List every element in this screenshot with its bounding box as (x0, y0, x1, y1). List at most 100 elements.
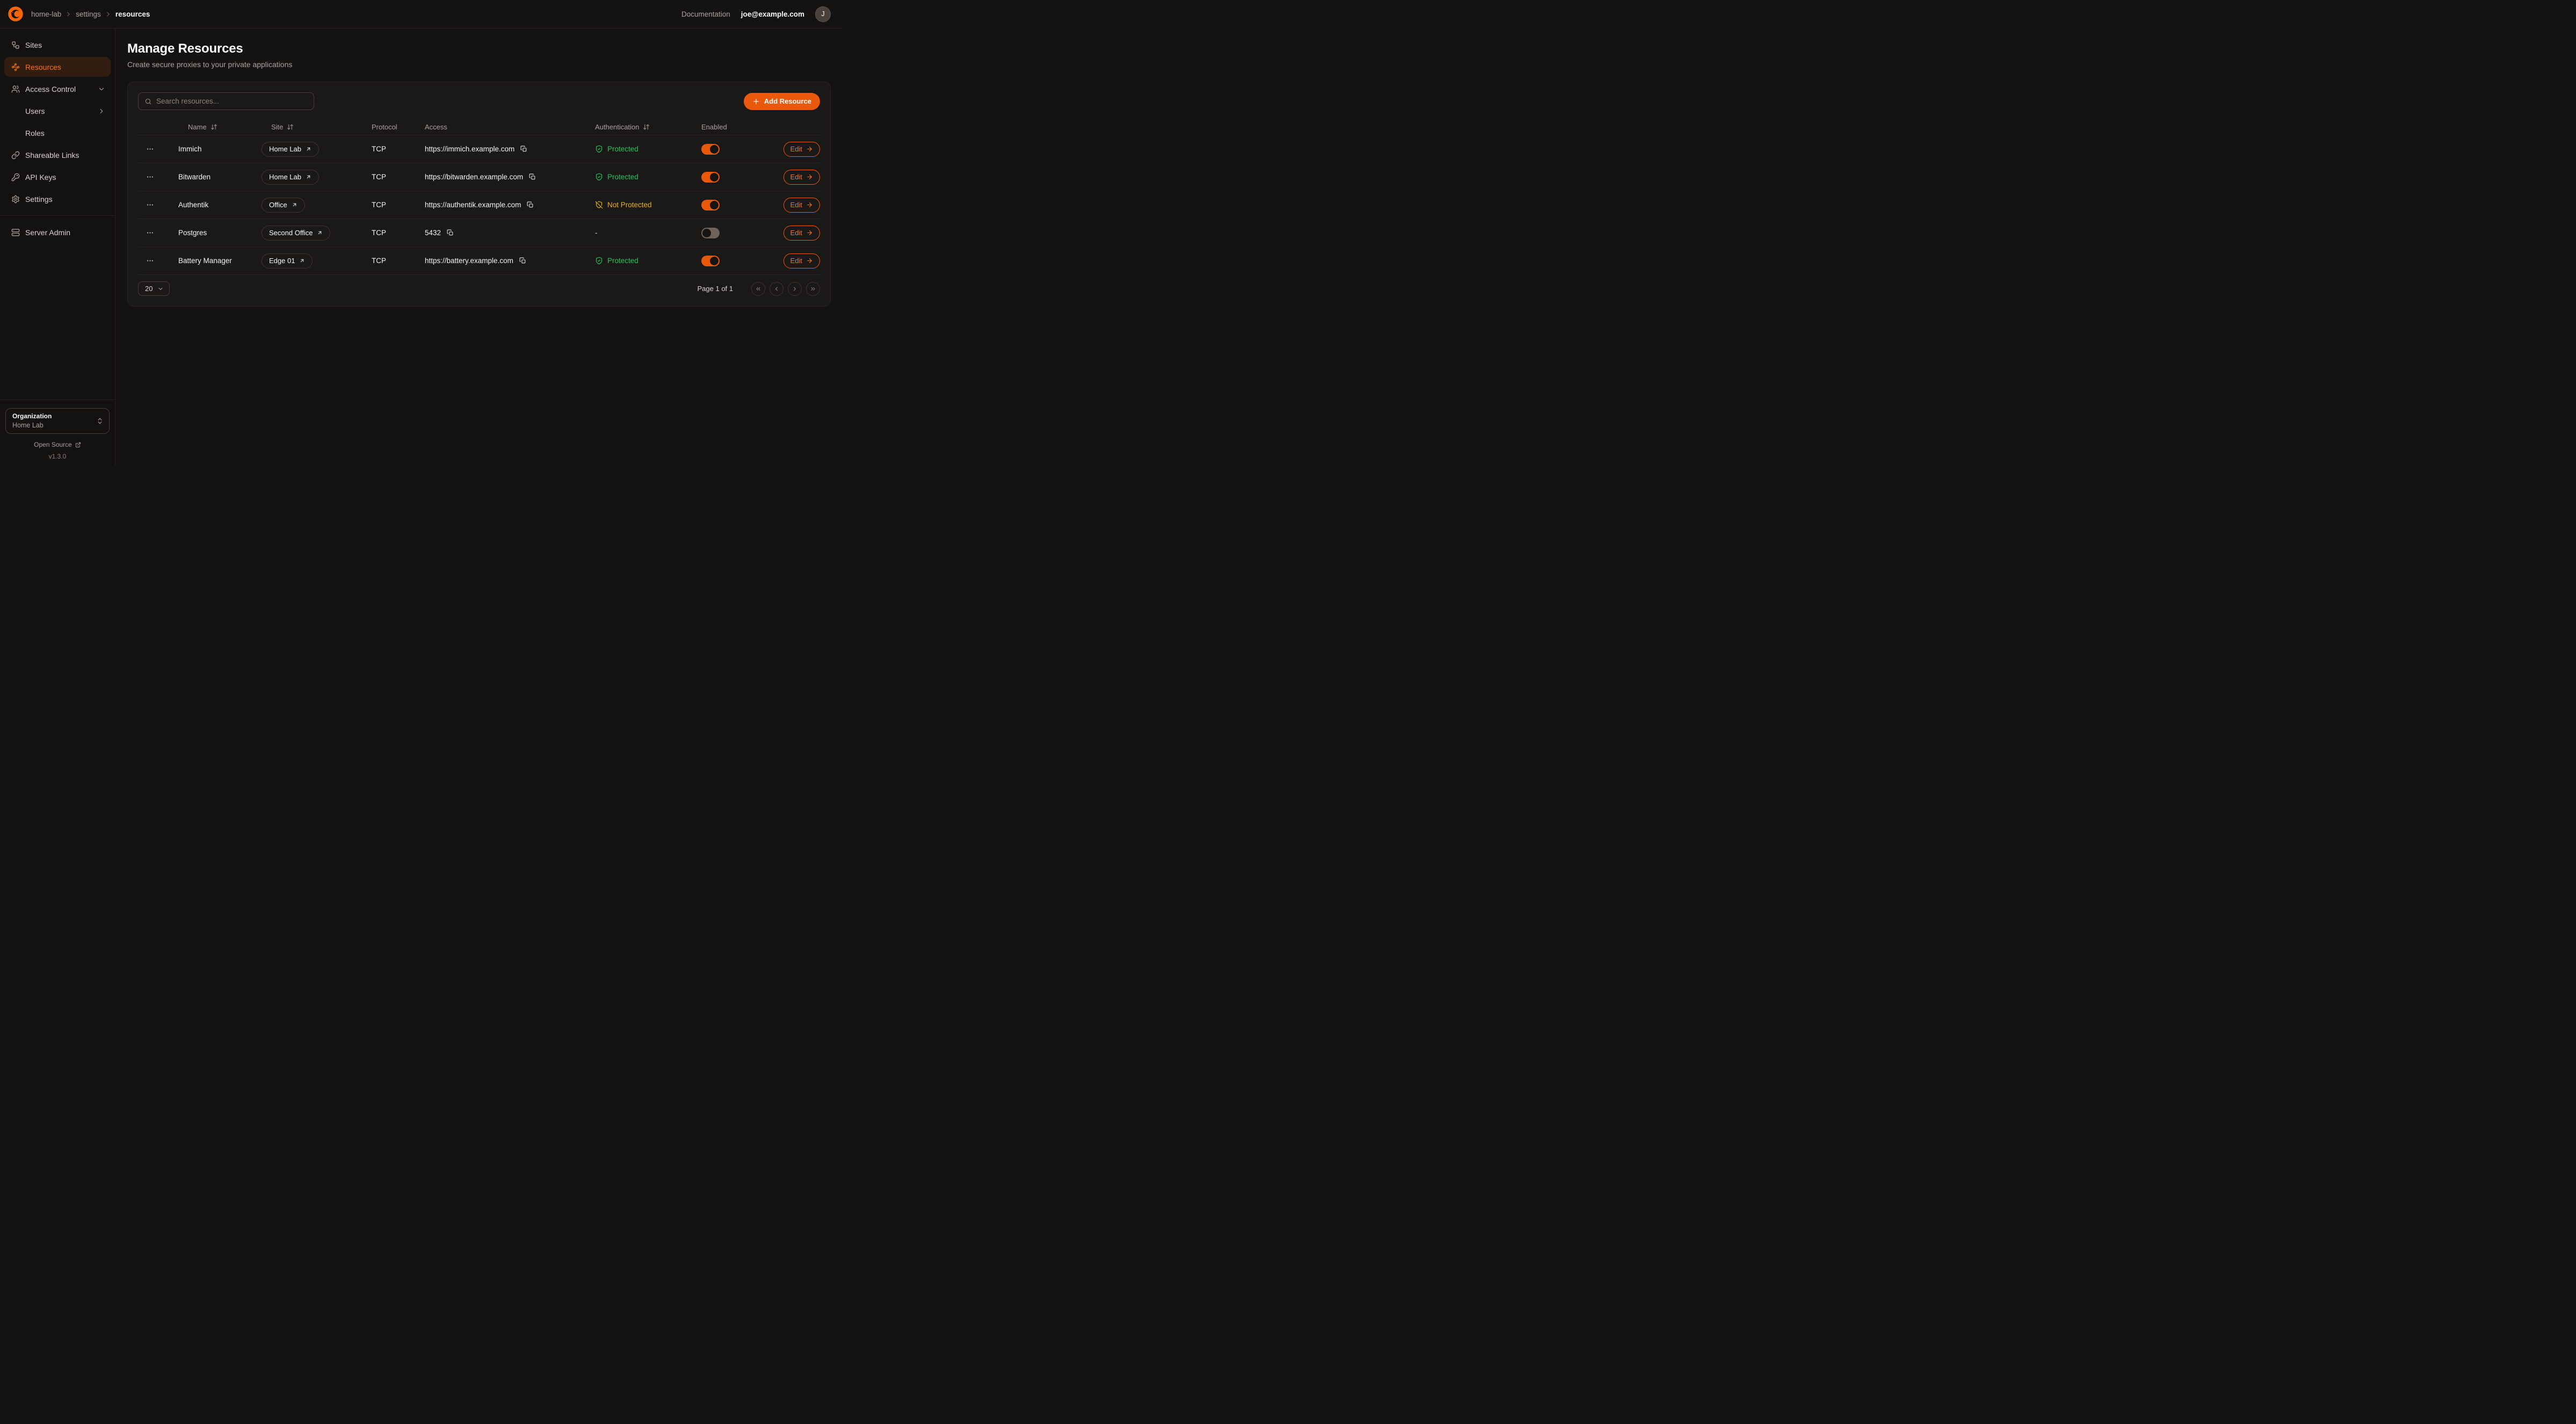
pangolin-logo[interactable] (8, 6, 24, 22)
copy-icon[interactable] (518, 256, 527, 265)
enabled-toggle[interactable] (701, 256, 720, 266)
sidebar-item-sites[interactable]: Sites (4, 35, 111, 55)
arrow-right-icon (806, 146, 813, 152)
sidebar-item-label: Roles (25, 129, 45, 137)
access-url: https://battery.example.com (425, 257, 513, 265)
arrow-up-right-icon (299, 258, 305, 264)
open-source-label: Open Source (34, 441, 72, 448)
edit-button[interactable]: Edit (783, 198, 820, 213)
sites-icon (11, 41, 20, 49)
first-page-button[interactable] (751, 282, 765, 296)
row-menu-button[interactable] (143, 143, 157, 155)
site-link[interactable]: Office (262, 198, 305, 213)
open-source-link[interactable]: Open Source (5, 441, 110, 448)
next-page-button[interactable] (788, 282, 802, 296)
add-resource-button[interactable]: Add Resource (744, 93, 820, 110)
enabled-toggle[interactable] (701, 172, 720, 183)
sidebar-item-label: Server Admin (25, 228, 70, 237)
topbar: home-lab settings resources Documentatio… (0, 0, 842, 28)
shield-off-icon (595, 201, 603, 209)
auth-status: Protected (595, 173, 701, 181)
enabled-toggle[interactable] (701, 200, 720, 210)
breadcrumb-settings[interactable]: settings (76, 10, 101, 18)
previous-page-button[interactable] (770, 282, 783, 296)
breadcrumb-resources[interactable]: resources (115, 10, 150, 18)
edit-button[interactable]: Edit (783, 142, 820, 157)
sidebar-item-label: API Keys (25, 173, 56, 181)
toggle-knob (702, 229, 711, 237)
topbar-right: Documentation joe@example.com J (681, 6, 831, 22)
site-link[interactable]: Home Lab (262, 142, 319, 157)
chevron-down-icon (157, 286, 164, 292)
auth-status: Protected (595, 145, 701, 153)
shield-check-icon (595, 173, 603, 181)
user-email-button[interactable]: joe@example.com (741, 10, 804, 18)
version-label: v1.3.0 (5, 453, 110, 460)
column-header-protocol: Protocol (372, 123, 425, 131)
sidebar-item-server-admin[interactable]: Server Admin (4, 222, 111, 242)
enabled-toggle[interactable] (701, 228, 720, 238)
arrow-right-icon (806, 229, 813, 236)
documentation-link[interactable]: Documentation (681, 10, 730, 18)
avatar[interactable]: J (815, 6, 831, 22)
edit-button[interactable]: Edit (783, 253, 820, 268)
shell: Sites Resources Access Control (0, 28, 842, 466)
copy-icon[interactable] (528, 172, 537, 181)
resources-card: Add Resource Name Site (127, 82, 831, 307)
table-toolbar: Add Resource (138, 92, 820, 110)
sidebar-item-shareable-links[interactable]: Shareable Links (4, 145, 111, 165)
breadcrumb-home-lab[interactable]: home-lab (31, 10, 61, 18)
sidebar-item-label: Access Control (25, 85, 76, 93)
toggle-knob (710, 173, 719, 181)
copy-icon[interactable] (446, 228, 455, 237)
sidebar-item-users[interactable]: Users (4, 101, 111, 121)
edit-button[interactable]: Edit (783, 226, 820, 241)
sidebar-item-access-control[interactable]: Access Control (4, 79, 111, 99)
enabled-toggle[interactable] (701, 144, 720, 155)
search-input[interactable] (156, 97, 308, 105)
shield-check-icon (595, 257, 603, 265)
column-header-name[interactable]: Name (178, 123, 262, 131)
last-page-button[interactable] (806, 282, 820, 296)
protocol: TCP (372, 257, 425, 265)
resource-name: Postgres (178, 229, 262, 237)
sidebar-item-api-keys[interactable]: API Keys (4, 167, 111, 187)
site-link[interactable]: Second Office (262, 226, 330, 241)
sidebar-item-roles[interactable]: Roles (4, 123, 111, 143)
protocol: TCP (372, 145, 425, 153)
sidebar-item-label: Resources (25, 63, 61, 71)
sidebar-item-settings[interactable]: Settings (4, 189, 111, 209)
toggle-knob (710, 257, 719, 265)
auth-status: Protected (595, 257, 701, 265)
breadcrumb: home-lab settings resources (31, 10, 150, 18)
chevrons-up-down-icon (96, 417, 104, 425)
page-subtitle: Create secure proxies to your private ap… (127, 60, 831, 69)
protocol: TCP (372, 173, 425, 181)
row-menu-button[interactable] (143, 255, 157, 267)
row-menu-button[interactable] (143, 171, 157, 183)
protocol: TCP (372, 229, 425, 237)
arrow-up-right-icon (317, 230, 323, 236)
column-header-authentication[interactable]: Authentication (595, 123, 701, 131)
edit-button[interactable]: Edit (783, 170, 820, 185)
sidebar-item-resources[interactable]: Resources (4, 57, 111, 77)
site-link[interactable]: Edge 01 (262, 253, 313, 268)
row-menu-button[interactable] (143, 227, 157, 239)
sort-icon (643, 123, 650, 130)
add-resource-label: Add Resource (764, 97, 811, 105)
main-content: Manage Resources Create secure proxies t… (115, 28, 842, 466)
auth-status: - (595, 229, 701, 237)
arrow-up-right-icon (306, 174, 311, 180)
sort-icon (211, 123, 217, 130)
page-size-select[interactable]: 20 (138, 281, 170, 296)
table-row: Authentik Office TCP https://authentik.e… (138, 191, 820, 219)
organization-selector[interactable]: Organization Home Lab (5, 408, 110, 434)
chevron-right-icon (105, 11, 112, 18)
resource-name: Authentik (178, 201, 262, 209)
column-header-site[interactable]: Site (262, 123, 372, 131)
shield-check-icon (595, 145, 603, 153)
copy-icon[interactable] (526, 200, 535, 209)
copy-icon[interactable] (519, 144, 528, 154)
site-link[interactable]: Home Lab (262, 170, 319, 185)
row-menu-button[interactable] (143, 199, 157, 211)
